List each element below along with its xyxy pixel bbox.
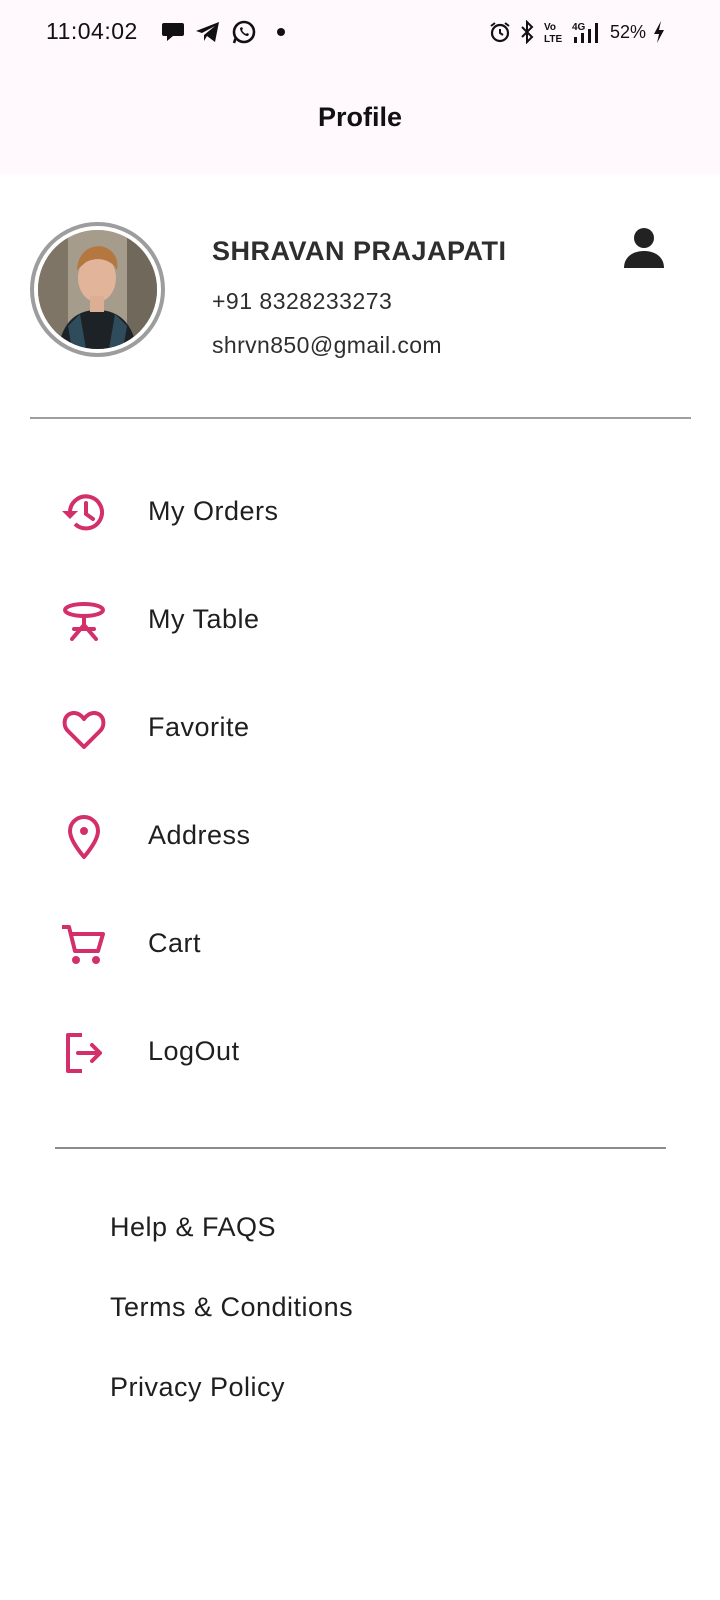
svg-text:LTE: LTE	[544, 34, 562, 44]
menu-item-label: My Orders	[148, 496, 279, 526]
svg-text:Vo: Vo	[544, 22, 556, 33]
user-email: shrvn850@gmail.com	[212, 332, 442, 358]
menu-item-cart[interactable]: Cart	[0, 891, 720, 999]
menu-item-label: LogOut	[148, 1036, 240, 1066]
cart-icon	[60, 921, 108, 969]
app-bar: Profile	[0, 64, 720, 174]
menu-item-label: Favorite	[148, 712, 250, 742]
bluetooth-icon	[518, 20, 536, 44]
user-name: SHRAVAN PRAJAPATI	[212, 236, 507, 266]
avatar-photo	[38, 230, 157, 349]
history-icon	[60, 489, 108, 537]
alarm-icon	[488, 20, 512, 44]
chat-icon	[160, 20, 186, 44]
system-status-icons: Vo LTE 4G 52%	[488, 18, 666, 46]
menu-item-my-orders[interactable]: My Orders	[0, 459, 720, 567]
logout-icon	[60, 1029, 108, 1077]
avatar[interactable]	[30, 222, 165, 357]
whatsapp-icon	[230, 18, 258, 46]
menu-item-label: My Table	[148, 604, 260, 634]
location-pin-icon	[60, 813, 108, 861]
notification-icons	[160, 18, 286, 46]
menu-item-label: Address	[148, 820, 251, 850]
profile-header: SHRAVAN PRAJAPATI +91 8328233273 shrvn85…	[0, 174, 720, 418]
menu-item-favorite[interactable]: Favorite	[0, 675, 720, 783]
link-label: Help & FAQS	[110, 1212, 277, 1242]
link-label: Terms & Conditions	[110, 1292, 354, 1322]
privacy-policy-link[interactable]: Privacy Policy	[0, 1350, 720, 1430]
divider	[30, 417, 691, 419]
link-label: Privacy Policy	[110, 1372, 286, 1402]
user-phone: +91 8328233273	[212, 288, 393, 314]
profile-menu: My Orders My Table Favorite Address Cart…	[0, 459, 720, 1107]
table-icon	[60, 597, 108, 645]
signal-icon: 4G	[570, 19, 604, 45]
person-icon[interactable]	[622, 226, 666, 270]
menu-item-logout[interactable]: LogOut	[0, 999, 720, 1107]
menu-item-my-table[interactable]: My Table	[0, 567, 720, 675]
volte-icon: Vo LTE	[542, 20, 564, 44]
battery-charging-icon	[652, 20, 666, 44]
battery-text: 52%	[609, 21, 646, 42]
help-faqs-link[interactable]: Help & FAQS	[0, 1190, 720, 1270]
status-bar: 11:04:02 Vo LTE 4G 52%	[0, 0, 720, 64]
menu-item-label: Cart	[148, 928, 202, 958]
terms-conditions-link[interactable]: Terms & Conditions	[0, 1270, 720, 1350]
divider	[55, 1147, 666, 1149]
heart-icon	[60, 705, 108, 753]
dot-icon	[276, 27, 286, 37]
info-links: Help & FAQS Terms & Conditions Privacy P…	[0, 1190, 720, 1430]
menu-item-address[interactable]: Address	[0, 783, 720, 891]
page-title: Profile	[317, 102, 403, 132]
svg-text:4G: 4G	[572, 22, 586, 33]
telegram-icon	[194, 20, 222, 44]
status-time: 11:04:02	[46, 18, 138, 44]
